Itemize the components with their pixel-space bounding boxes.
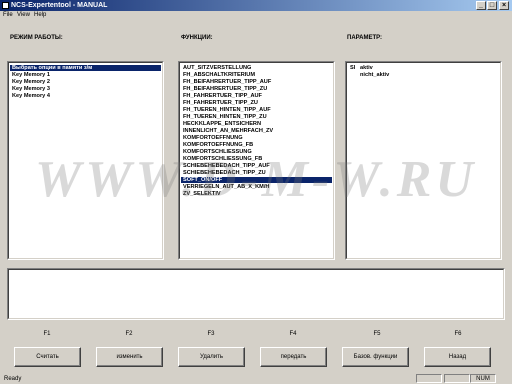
- fkey-label-f1: F1: [43, 331, 51, 337]
- minimize-button[interactable]: _: [476, 1, 486, 10]
- function-list-item[interactable]: ZV_SELEKTIV: [181, 191, 332, 197]
- num-lock-indicator: NUM: [470, 374, 496, 383]
- function-list-item[interactable]: AUT_SITZVERSTELLUNG: [181, 65, 332, 71]
- status-pane-1: [416, 374, 442, 383]
- function-list-item[interactable]: SCHIEBEHEBEDACH_TIPP_AUF: [181, 163, 332, 169]
- parameter-label: nicht_aktiv: [360, 72, 390, 78]
- function-list-item[interactable]: FH_BEIFAHRERTUER_TIPP_ZU: [181, 86, 332, 92]
- fkey-label-f4: F4: [289, 331, 297, 337]
- function-list-item[interactable]: FH_ABSCHALTKRITERIUM: [181, 72, 332, 78]
- parameter-listbox[interactable]: SI aktiv nicht_aktiv: [345, 61, 502, 260]
- function-list-item[interactable]: KOMFORTOEFFNUNG: [181, 135, 332, 141]
- fkey-label-f6: F6: [454, 331, 462, 337]
- function-list-item[interactable]: KOMFORTSCHLIESSUNG: [181, 149, 332, 155]
- menu-file[interactable]: File: [3, 11, 13, 20]
- fkey-label-f5: F5: [373, 331, 381, 337]
- menu-view[interactable]: View: [17, 11, 30, 20]
- function-list-item[interactable]: KOMFORTSCHLIESSUNG_FB: [181, 156, 332, 162]
- transfer-button[interactable]: передать: [260, 347, 327, 367]
- function-list-item[interactable]: FH_BEIFAHRERTUER_TIPP_AUF: [181, 79, 332, 85]
- delete-button[interactable]: Удалить: [178, 347, 245, 367]
- function-list-item[interactable]: FH_TUEREN_HINTEN_TIPP_AUF: [181, 107, 332, 113]
- info-textarea[interactable]: [7, 268, 505, 320]
- mode-list-item[interactable]: Выбрать опции в памяти з/м: [10, 65, 161, 71]
- function-list-item[interactable]: FH_FAHRERTUER_TIPP_AUF: [181, 93, 332, 99]
- close-button[interactable]: ×: [499, 1, 509, 10]
- parameter-header: ПАРАМЕТР:: [347, 35, 383, 41]
- mode-list-item[interactable]: Key Memory 4: [10, 93, 161, 99]
- parameter-list-item[interactable]: nicht_aktiv: [350, 72, 389, 78]
- change-button[interactable]: изменить: [96, 347, 163, 367]
- back-button[interactable]: Назад: [424, 347, 491, 367]
- fkey-label-f2: F2: [125, 331, 133, 337]
- basic-functions-button[interactable]: Базов. функции: [342, 347, 409, 367]
- mode-list-item[interactable]: Key Memory 2: [10, 79, 161, 85]
- function-list-item[interactable]: VERRIEGELN_AUT_AB_X_KM/H: [181, 184, 332, 190]
- function-list-item[interactable]: FH_FAHRERTUER_TIPP_ZU: [181, 100, 332, 106]
- mode-list-item[interactable]: Key Memory 3: [10, 86, 161, 92]
- functions-listbox[interactable]: AUT_SITZVERSTELLUNG FH_ABSCHALTKRITERIUM F…: [178, 61, 335, 260]
- function-list-item[interactable]: FH_TUEREN_HINTEN_TIPP_ZU: [181, 114, 332, 120]
- function-list-item[interactable]: SOFT_ON/OFF: [181, 177, 332, 183]
- mode-listbox[interactable]: Выбрать опции в памяти з/м Key Memory 1 Ke…: [7, 61, 164, 260]
- menu-help[interactable]: Help: [34, 11, 46, 20]
- app-icon[interactable]: [2, 2, 9, 9]
- function-list-item[interactable]: SCHIEBEHEBEDACH_TIPP_ZU: [181, 170, 332, 176]
- status-text: Ready: [4, 376, 22, 382]
- app-window: NCS-Expertentool - MANUAL _ □ × File Vie…: [0, 0, 512, 384]
- parameter-list-item[interactable]: SI aktiv: [350, 65, 373, 71]
- read-button[interactable]: Считать: [14, 347, 81, 367]
- menu-bar: File View Help: [0, 11, 512, 20]
- functions-header: ФУНКЦИИ:: [181, 35, 213, 41]
- mode-list-item[interactable]: Key Memory 1: [10, 72, 161, 78]
- function-list-item[interactable]: HECKKLAPPE_ENTSICHERN: [181, 121, 332, 127]
- parameter-label: aktiv: [360, 65, 373, 71]
- window-title: NCS-Expertentool - MANUAL: [11, 2, 108, 9]
- function-list-item[interactable]: KOMFORTOEFFNUNG_FB: [181, 142, 332, 148]
- maximize-button[interactable]: □: [487, 1, 497, 10]
- function-list-item[interactable]: INNENLICHT_AN_MEHRFACH_ZV: [181, 128, 332, 134]
- fkey-label-f3: F3: [207, 331, 215, 337]
- status-pane-2: [444, 374, 470, 383]
- title-bar[interactable]: NCS-Expertentool - MANUAL _ □ ×: [0, 0, 512, 11]
- status-bar: Ready NUM: [0, 374, 512, 384]
- mode-header: РЕЖИМ РАБОТЫ:: [10, 35, 63, 41]
- parameter-prefix: SI: [350, 65, 356, 71]
